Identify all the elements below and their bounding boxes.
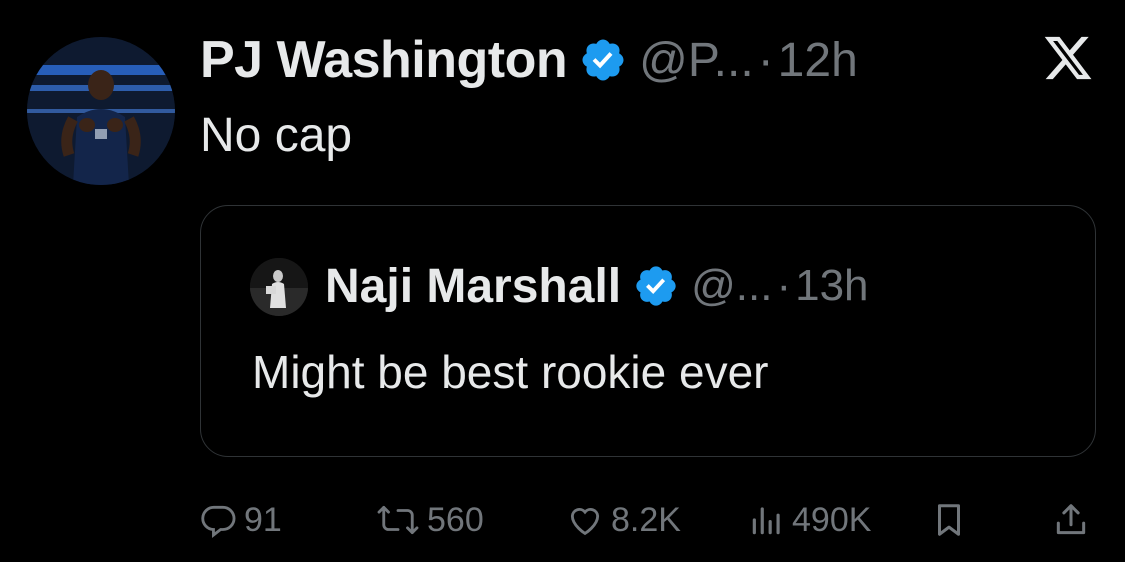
quoted-tweet-card[interactable] [200, 205, 1096, 457]
repost-button[interactable]: 560 [375, 490, 484, 550]
like-button[interactable]: 8.2K [565, 490, 681, 550]
like-count: 8.2K [611, 500, 681, 539]
share-icon [1056, 504, 1086, 535]
x-logo-icon[interactable] [1040, 32, 1096, 84]
author-name[interactable]: PJ Washington [200, 30, 568, 90]
views-icon [752, 507, 780, 535]
separator-dot: · [776, 261, 792, 310]
repost-count: 560 [427, 500, 484, 539]
author-avatar[interactable] [27, 37, 175, 185]
reply-count: 91 [244, 500, 282, 539]
verified-badge-icon [636, 266, 676, 306]
reply-button[interactable]: 91 [200, 490, 282, 550]
action-bar: 91 560 8.2K 490K [0, 490, 1125, 550]
quoted-author-avatar[interactable] [250, 258, 308, 316]
quoted-author-handle[interactable]: @... [691, 261, 772, 311]
like-icon [570, 508, 600, 536]
bookmark-icon [937, 504, 961, 536]
views-button[interactable]: 490K [748, 490, 871, 550]
tweet-header: PJ Washington @P... · 12h [200, 30, 858, 90]
bookmark-button[interactable] [930, 490, 974, 550]
view-count: 490K [792, 500, 872, 539]
tweet-text: No cap [200, 109, 353, 162]
quoted-tweet-time[interactable]: 13h [795, 261, 868, 311]
share-button[interactable] [1052, 490, 1096, 550]
author-handle[interactable]: @P... [639, 33, 754, 88]
tweet-time[interactable]: 12h [778, 33, 858, 88]
separator-dot: · [757, 33, 774, 87]
quoted-author-name[interactable]: Naji Marshall [325, 259, 621, 314]
verified-badge-icon [582, 39, 624, 81]
repost-icon [377, 505, 419, 535]
reply-icon [201, 505, 236, 538]
quoted-tweet-text: Might be best rookie ever [252, 346, 769, 398]
quoted-tweet-header: Naji Marshall @... · 13h [325, 255, 869, 317]
